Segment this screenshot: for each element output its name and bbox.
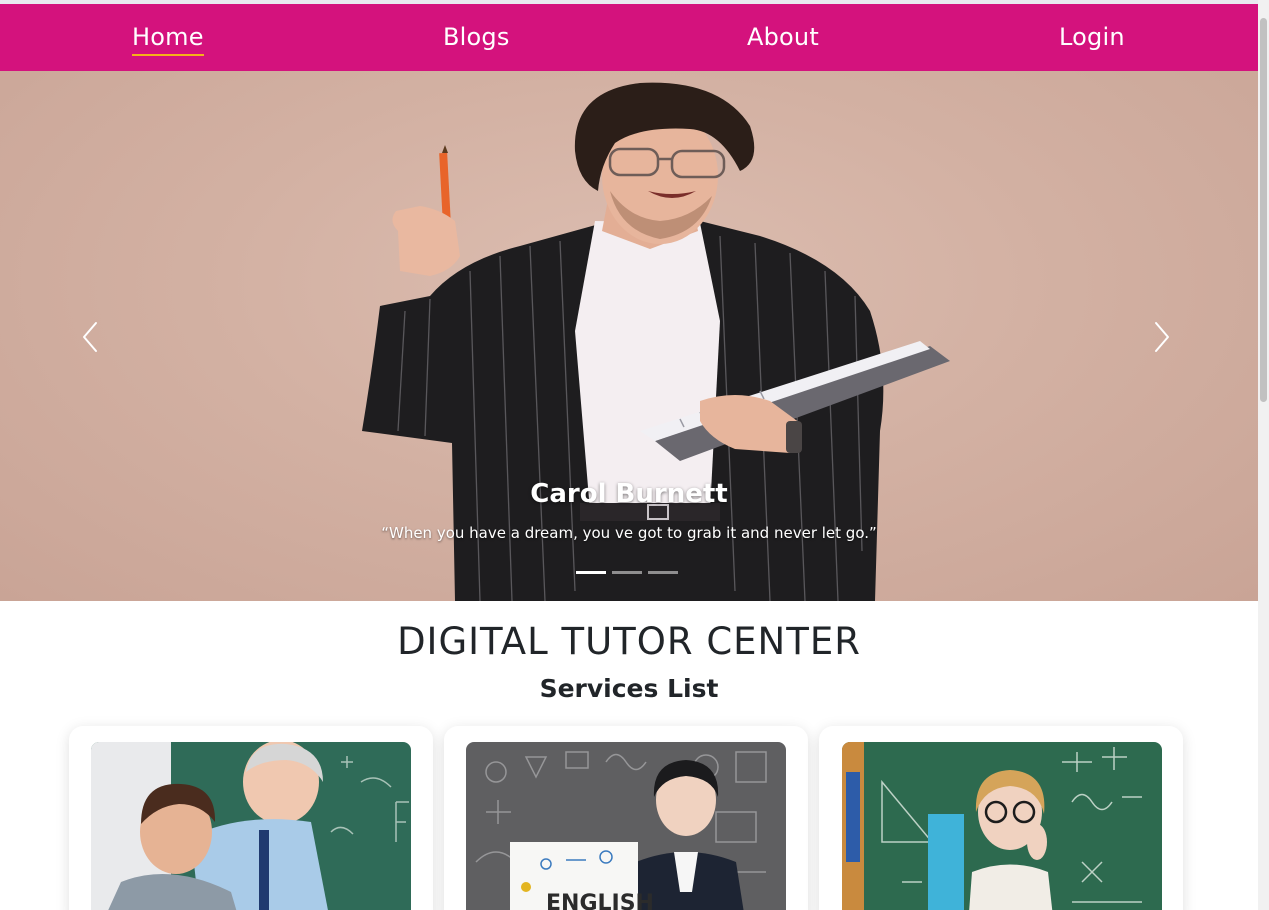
nav-login-link[interactable]: Login [1059,22,1125,52]
math-teacher-chalkboard-photo [842,742,1162,910]
hero-carousel: Carol Burnett “When you have a dream, yo… [0,71,1258,601]
english-board-text: ENGLISH [546,891,654,910]
service-card-image: ENGLISH [466,742,786,910]
service-card[interactable] [69,726,433,910]
nav-active-underline [132,54,204,56]
carousel-indicator-3[interactable] [648,571,678,574]
nav-blogs-link[interactable]: Blogs [443,22,510,52]
service-card-image [91,742,411,910]
nav-home-link[interactable]: Home [132,22,204,56]
page-scrollbar[interactable] [1258,0,1269,910]
slide-title: Carol Burnett [530,479,728,509]
service-card-image [842,742,1162,910]
slide-quote: “When you have a dream, you ve got to gr… [381,524,877,542]
nav-blogs-label: Blogs [443,23,510,51]
carousel-indicator-2[interactable] [612,571,642,574]
nav-login-label: Login [1059,23,1125,51]
carousel-indicator-1[interactable] [576,571,606,574]
services-heading: Services List [539,674,719,703]
chevron-left-icon [83,322,97,352]
teacher-slide-image [362,82,950,601]
scrollbar-thumb[interactable] [1260,18,1267,402]
carousel-next-button[interactable] [1142,311,1182,361]
chevron-right-icon [1155,322,1169,352]
service-card[interactable]: ENGLISH [444,726,808,910]
nav-about-label: About [747,23,819,51]
carousel-indicators [576,571,678,574]
main-navbar: Home Blogs About Login [0,4,1258,71]
service-card[interactable] [819,726,1183,910]
tutor-helping-student-photo [91,742,411,910]
carousel-prev-button[interactable] [70,311,110,361]
page-title: DIGITAL TUTOR CENTER [397,620,861,663]
english-teacher-photo: ENGLISH [466,742,786,910]
pencil-shape [439,145,451,224]
nav-home-label: Home [132,23,204,51]
nav-about-link[interactable]: About [747,22,819,52]
